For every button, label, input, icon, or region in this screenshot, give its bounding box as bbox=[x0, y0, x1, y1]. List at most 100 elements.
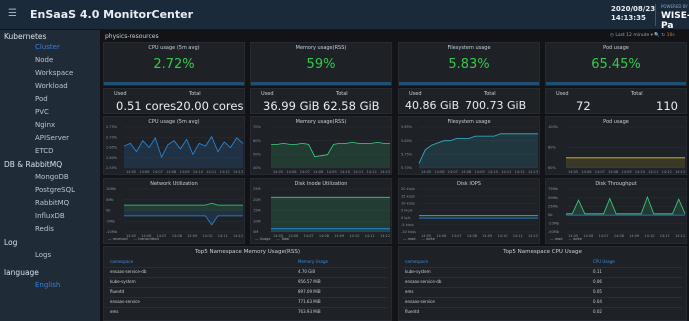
sidebar-item[interactable]: Workload bbox=[35, 82, 68, 90]
gauge-value: 65.45% bbox=[591, 57, 641, 72]
gauge-title: Memory usage(RSS) bbox=[295, 45, 347, 51]
x-tick-label: 14:08 bbox=[614, 234, 624, 238]
series-area bbox=[271, 197, 390, 232]
table-header: namespace Memory Usage bbox=[108, 258, 387, 265]
table-title: Top5 Namespace CPU Usage bbox=[503, 249, 582, 255]
time-range-picker[interactable]: Last 12 minute bbox=[615, 33, 649, 38]
sidebar-item[interactable]: language bbox=[4, 268, 39, 277]
y-tick-label: 60% bbox=[548, 166, 556, 170]
sidebar-item[interactable]: Kubernetes bbox=[4, 32, 46, 41]
column-header[interactable]: CPU Usage bbox=[593, 259, 615, 264]
gauge-panel: Filesystem usage 5.83% bbox=[398, 42, 540, 86]
x-tick-label: 14:05 bbox=[568, 170, 578, 174]
chart-legend: — Usage — Total bbox=[255, 237, 295, 241]
y-tick-label: -10Mb bbox=[106, 230, 118, 234]
y-tick-label: 15 kio/s bbox=[401, 194, 415, 198]
column-header[interactable]: namespace bbox=[405, 259, 428, 264]
x-tick-label: 14:12 bbox=[367, 170, 377, 174]
x-tick-label: 14:06 bbox=[139, 170, 149, 174]
sidebar-item[interactable]: DB & RabbitMQ bbox=[4, 160, 62, 169]
y-tick-label: 5 kio/s bbox=[401, 209, 413, 213]
sidebar-item[interactable]: Log bbox=[4, 238, 17, 247]
sidebar-item[interactable]: APIServer bbox=[35, 134, 69, 142]
sidebar-item[interactable]: MongoDB bbox=[35, 173, 69, 181]
legend-swatch: — bbox=[403, 237, 408, 241]
y-tick-label: 25M bbox=[253, 187, 260, 191]
sidebar-item[interactable]: Pod bbox=[35, 95, 48, 103]
sidebar-item[interactable]: Logs bbox=[35, 251, 51, 259]
x-tick-label: 14:08 bbox=[172, 234, 182, 238]
sidebar-item[interactable]: Cluster bbox=[35, 43, 60, 51]
x-tick-label: 14:11 bbox=[206, 170, 216, 174]
series-line bbox=[124, 215, 243, 226]
x-tick-label: 14:10 bbox=[488, 170, 498, 174]
total-value: 700.73 GiB bbox=[465, 99, 527, 112]
y-tick-label: -25Mb bbox=[548, 222, 560, 226]
sidebar-item[interactable]: Workspace bbox=[35, 69, 73, 77]
x-tick-label: 14:08 bbox=[467, 234, 477, 238]
x-tick-label: 14:12 bbox=[675, 234, 685, 238]
table-row: ensaas-service-db 0.06 bbox=[403, 277, 682, 285]
y-tick-label: 0b bbox=[548, 213, 553, 217]
chart-legend: — read — write bbox=[550, 237, 588, 241]
total-label: Total bbox=[189, 91, 201, 97]
refresh-interval[interactable]: 10s bbox=[667, 33, 675, 38]
y-tick-label: 20 kio/s bbox=[401, 187, 415, 191]
table-panel: Top5 Namespace CPU Usage namespace CPU Usa… bbox=[398, 246, 687, 321]
sidebar-item[interactable]: ETCD bbox=[35, 147, 54, 155]
used-label: Used bbox=[556, 91, 569, 97]
y-tick-label: 0 io/s bbox=[401, 216, 411, 220]
x-tick-label: 14:12 bbox=[380, 234, 390, 238]
sidebar: Kubernetes Cluster Node Workspace Workload Po… bbox=[0, 30, 100, 321]
y-tick-label: 10M bbox=[253, 219, 260, 223]
legend-label: Total bbox=[281, 237, 290, 241]
sidebar-item[interactable]: English bbox=[35, 281, 60, 289]
gauge-sparkline bbox=[399, 82, 539, 85]
x-tick-label: 14:12 bbox=[662, 170, 672, 174]
chart-plot: 70%60%50%40%14:05 14:06 14:07 14:08 14:09 14:… bbox=[253, 125, 390, 174]
column-header[interactable]: Memory Usage bbox=[298, 259, 328, 264]
table-title: Top5 Namespace Memory Usage(RSS) bbox=[195, 249, 300, 255]
table-header: namespace CPU Usage bbox=[403, 258, 682, 265]
sidebar-item[interactable]: PostgreSQL bbox=[35, 186, 75, 194]
y-tick-label: -5Mb bbox=[106, 219, 116, 223]
x-tick-label: 14:05 bbox=[273, 170, 283, 174]
y-tick-label: 60% bbox=[253, 139, 261, 143]
y-tick-label: 0b bbox=[106, 209, 111, 213]
y-tick-label: 50Mb bbox=[548, 196, 558, 200]
sidebar-item[interactable]: InfluxDB bbox=[35, 212, 65, 220]
x-tick-label: 14:08 bbox=[608, 170, 618, 174]
chevron-down-icon: ▾ bbox=[650, 33, 653, 38]
x-tick-label: 14:11 bbox=[660, 234, 670, 238]
zoom-out-icon[interactable]: 🔍 bbox=[654, 33, 660, 38]
column-header[interactable]: namespace bbox=[110, 259, 133, 264]
breadcrumb[interactable]: physics-resources bbox=[105, 33, 159, 40]
gauge-value: 5.83% bbox=[448, 57, 490, 72]
x-tick-label: 14:07 bbox=[599, 234, 609, 238]
x-tick-label: 14:06 bbox=[434, 170, 444, 174]
table-cell: 771.63 MiB bbox=[298, 299, 321, 304]
clock-date: 2020/08/23 bbox=[611, 5, 656, 13]
sidebar-item[interactable]: Node bbox=[35, 56, 53, 64]
series-area bbox=[124, 210, 243, 225]
sidebar-item[interactable]: PVC bbox=[35, 108, 49, 116]
table-row: kube-system 956.57 MiB bbox=[108, 277, 387, 285]
legend-label: Usage bbox=[259, 237, 271, 241]
total-value: 110 bbox=[656, 99, 678, 113]
sidebar-item[interactable]: RabbitMQ bbox=[35, 199, 69, 207]
table-cell: 897.09 MiB bbox=[298, 289, 321, 294]
chart-plot: 2.75% 2.70% 2.65% 2.60% 2.55% 14:05 14:06 14:07… bbox=[106, 125, 244, 174]
total-value: 20.00 cores bbox=[176, 99, 244, 113]
hamburger-icon[interactable]: ☰ bbox=[8, 8, 17, 19]
gauge-value: 2.72% bbox=[153, 57, 195, 72]
gauge-sparkline bbox=[546, 82, 686, 85]
total-value: 62.58 GiB bbox=[323, 99, 380, 113]
sidebar-item[interactable]: Nginx bbox=[35, 121, 55, 129]
table-cell: 0.04 bbox=[593, 299, 602, 304]
sidebar-item[interactable]: Redis bbox=[35, 225, 54, 233]
refresh-icon[interactable]: ↻ bbox=[661, 33, 665, 38]
legend-label: transmitted bbox=[138, 237, 159, 241]
table-cell: ems bbox=[405, 289, 414, 294]
time-controls[interactable]: ◷ Last 12 minute ▾ 🔍 ↻ 10s bbox=[610, 33, 675, 38]
table-row: kube-system 0.11 bbox=[403, 267, 682, 275]
